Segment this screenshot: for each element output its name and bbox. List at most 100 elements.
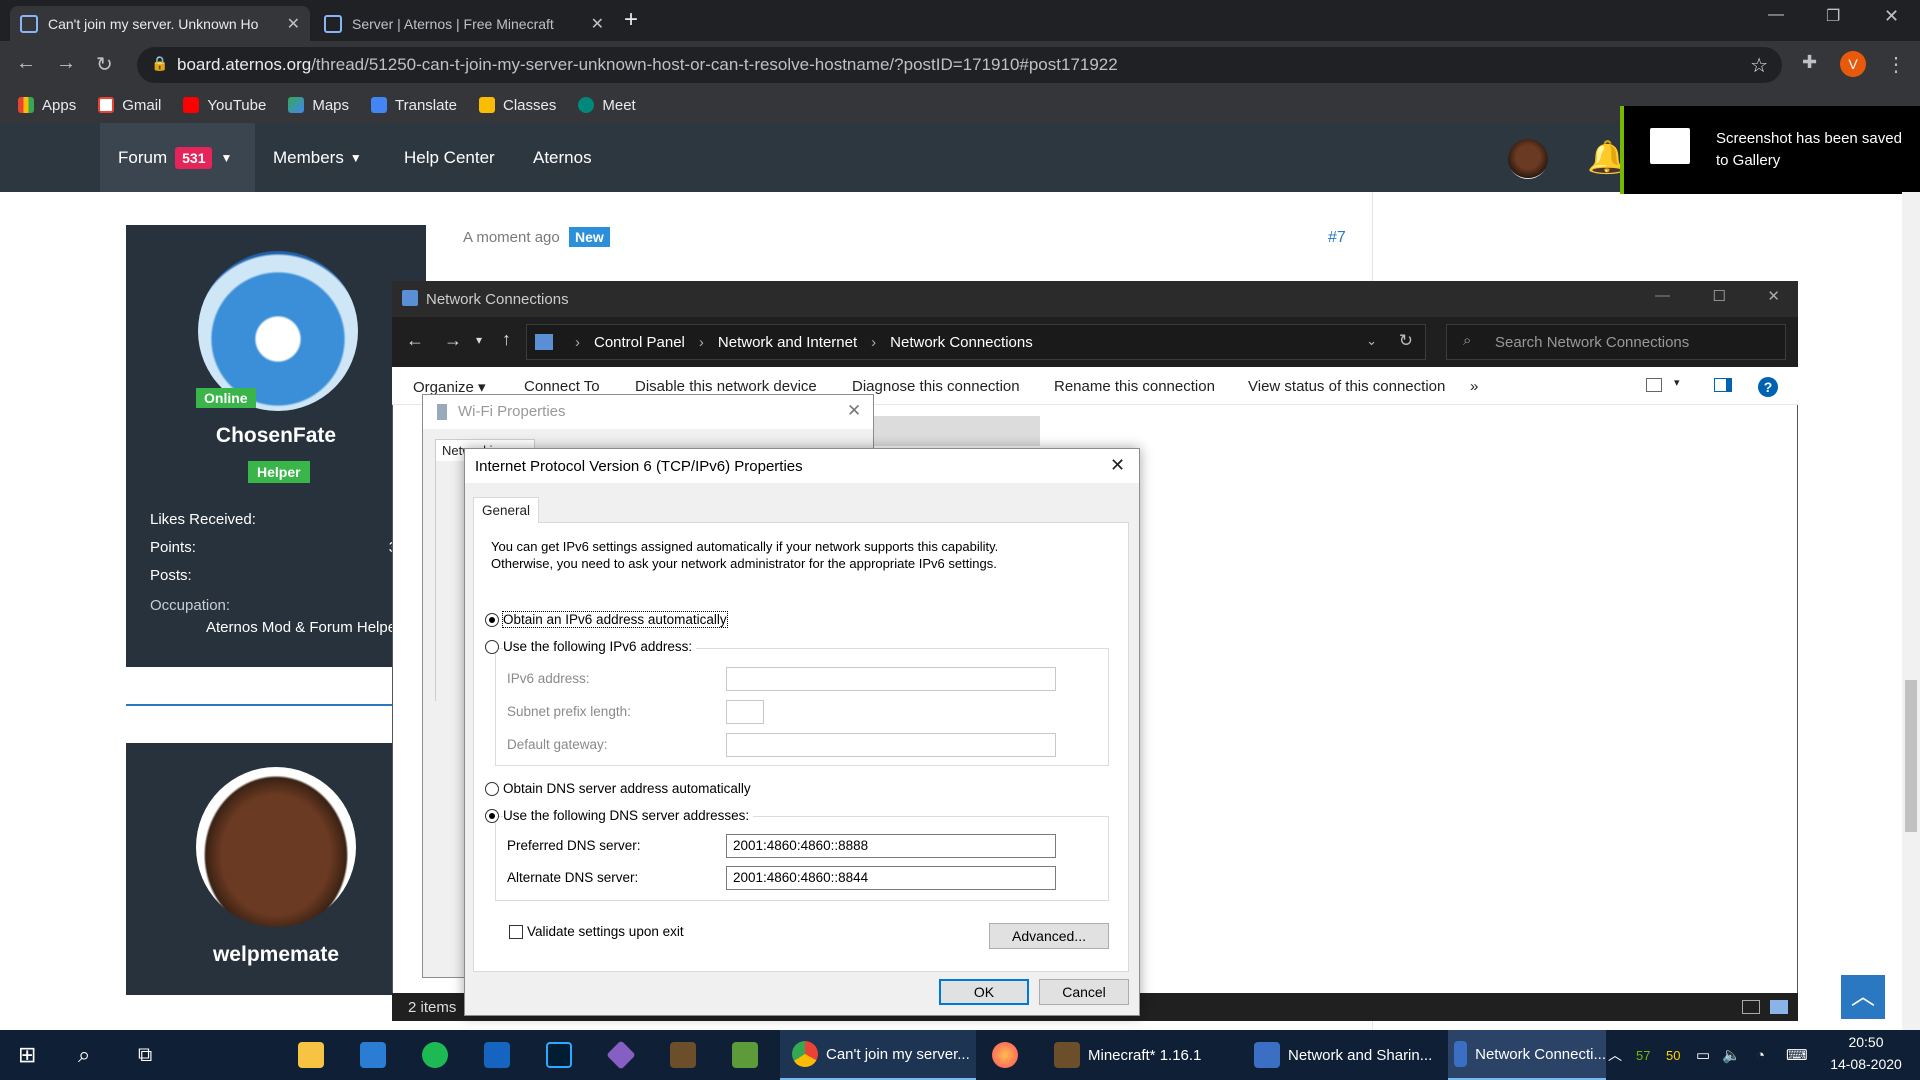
mail-taskbar-icon[interactable] [360,1030,394,1080]
nc-breadcrumb[interactable]: › Control Panel › Network and Internet ›… [526,324,1426,360]
details-view-icon[interactable] [1742,1000,1760,1014]
clock-date[interactable]: 14-08-2020 [1826,1056,1906,1072]
back-icon[interactable]: ← [16,52,36,75]
tab-close-icon[interactable]: ✕ [591,14,604,34]
rename-button[interactable]: Rename this connection [1054,378,1215,395]
up-icon[interactable]: ↑ [502,329,511,350]
diagnose-button[interactable]: Diagnose this connection [852,378,1020,395]
avatar[interactable] [198,251,358,411]
tab-active[interactable]: Can't join my server. Unknown Ho ✕ [10,6,310,41]
bookmark-apps[interactable]: Apps [18,97,76,114]
close-icon[interactable]: ✕ [1767,287,1780,305]
validate-checkbox[interactable]: Validate settings upon exit [509,924,684,940]
username[interactable]: welpmemate [126,943,426,967]
forward-icon[interactable]: → [56,52,76,75]
breadcrumb-network-internet[interactable]: Network and Internet [718,334,857,351]
minecraft-launcher-taskbar-icon[interactable] [670,1030,704,1080]
address-bar[interactable]: 🔒 board.aternos.org/thread/51250-can-t-j… [137,47,1782,83]
help-icon[interactable]: ? [1758,377,1778,397]
restore-icon[interactable]: ❐ [1826,6,1840,26]
user-avatar[interactable] [1508,139,1548,179]
nav-members[interactable]: Members ▼ [273,123,362,192]
refresh-icon[interactable]: ↻ [1399,331,1413,351]
window-close-icon[interactable]: ✕ [1884,6,1899,27]
disable-device-button[interactable]: Disable this network device [635,378,817,395]
subnet-prefix-input[interactable] [726,700,764,724]
nav-help-center[interactable]: Help Center [404,123,495,192]
radio-use-dns-servers[interactable]: Use the following DNS server addresses: [485,808,754,824]
scroll-to-top-button[interactable]: ︿ [1841,975,1885,1019]
new-tab-icon[interactable]: + [624,6,638,34]
default-gateway-input[interactable] [726,733,1056,757]
alternate-dns-input[interactable]: 2001:4860:4860::8844 [726,866,1056,890]
advanced-button[interactable]: Advanced... [989,923,1109,949]
post-permalink[interactable]: #7 [1328,229,1346,247]
extensions-icon[interactable]: ✚ [1802,52,1817,73]
taskbar-chrome[interactable]: Can't join my server... [780,1030,976,1080]
page-scrollbar[interactable] [1902,192,1920,1030]
bookmark-translate[interactable]: Translate [371,97,457,114]
tab-general[interactable]: General [473,497,539,523]
volume-icon[interactable]: 🔈 [1722,1030,1741,1080]
radio-obtain-ipv6-auto[interactable]: Obtain an IPv6 address automatically [485,610,728,629]
spotify-taskbar-icon[interactable] [422,1030,456,1080]
large-icons-view-icon[interactable] [1770,1000,1788,1014]
breadcrumb-control-panel[interactable]: Control Panel [594,334,685,351]
minimize-icon[interactable]: — [1655,287,1670,304]
change-view-icon[interactable] [1646,378,1662,392]
view-dropdown-icon[interactable]: ▾ [1674,376,1680,389]
close-icon[interactable]: ✕ [1110,455,1125,476]
radio-obtain-dns-auto[interactable]: Obtain DNS server address automatically [485,781,751,797]
battery-icon[interactable]: ▭ [1696,1030,1710,1080]
taskbar-network-connections[interactable]: Network Connecti... [1448,1030,1606,1080]
taskbar-network-sharing[interactable]: Network and Sharin... [1254,1030,1448,1080]
breadcrumb-network-connections[interactable]: Network Connections [890,334,1033,351]
chrome-menu-icon[interactable]: ⋮ [1886,52,1906,77]
visual-studio-taskbar-icon[interactable] [606,1030,642,1080]
app-v-taskbar-icon[interactable] [484,1030,518,1080]
keyboard-icon[interactable]: ⌨ [1786,1030,1808,1080]
more-commands-button[interactable]: » [1470,378,1478,395]
maximize-icon[interactable]: ☐ [1713,287,1726,305]
bookmark-classes[interactable]: Classes [479,97,556,114]
radio-use-ipv6-address[interactable]: Use the following IPv6 address: [485,639,697,655]
connect-to-button[interactable]: Connect To [524,378,600,395]
bookmark-gmail[interactable]: Gmail [98,97,161,114]
ipv6-address-input[interactable] [726,667,1056,691]
photoshop-taskbar-icon[interactable] [546,1030,580,1080]
avatar[interactable] [196,767,356,927]
file-explorer-taskbar-icon[interactable] [298,1030,332,1080]
firefox-taskbar-icon[interactable] [992,1030,1026,1080]
nav-aternos[interactable]: Aternos [533,123,592,192]
cancel-button[interactable]: Cancel [1039,979,1129,1005]
bookmark-meet[interactable]: Meet [578,97,636,114]
close-icon[interactable]: ✕ [847,401,861,421]
scrollbar-thumb[interactable] [1905,680,1917,832]
username[interactable]: ChosenFate [126,424,426,448]
recent-chevron-icon[interactable]: ▾ [476,333,482,347]
bookmark-maps[interactable]: Maps [288,97,349,114]
preferred-dns-input[interactable]: 2001:4860:4860::8888 [726,834,1056,858]
bookmark-star-icon[interactable]: ☆ [1750,53,1768,78]
forward-icon[interactable]: → [444,330,462,351]
nc-search-box[interactable]: ⌕ Search Network Connections [1446,324,1786,360]
windows-start-icon[interactable]: ⊞ [18,1030,36,1080]
profile-avatar[interactable]: V [1840,51,1866,77]
clock-time[interactable]: 20:50 [1826,1034,1906,1050]
minimize-icon[interactable]: — [1768,6,1784,24]
reload-icon[interactable]: ↻ [96,52,113,77]
preview-pane-icon[interactable] [1714,378,1732,392]
wifi-icon[interactable]: ◔ [1756,1030,1765,1080]
tray-overflow-icon[interactable]: ︿ [1608,1030,1622,1080]
address-dropdown-icon[interactable]: ⌄ [1366,333,1377,349]
taskbar-minecraft[interactable]: Minecraft* 1.16.1 [1054,1030,1250,1080]
tab-close-icon[interactable]: ✕ [287,14,300,34]
bookmark-youtube[interactable]: YouTube [183,97,266,114]
minecraft-block-taskbar-icon[interactable] [732,1030,766,1080]
back-icon[interactable]: ← [406,330,424,351]
nav-forum[interactable]: Forum 531 ▼ [118,123,232,192]
tab-inactive[interactable]: Server | Aternos | Free Minecraft ✕ [314,6,614,41]
view-status-button[interactable]: View status of this connection [1248,378,1445,395]
search-icon[interactable]: ⌕ [78,1030,90,1080]
ok-button[interactable]: OK [939,979,1029,1005]
